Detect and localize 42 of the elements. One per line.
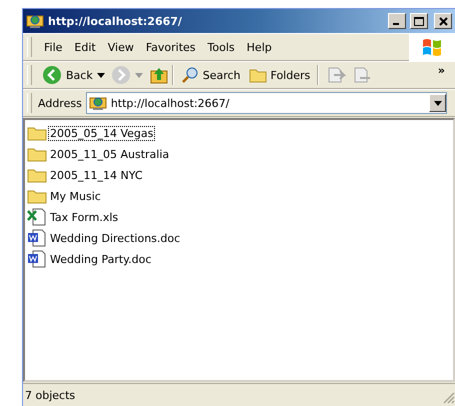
menu-item[interactable]: File [38, 38, 68, 56]
web-folder-icon [88, 95, 107, 111]
address-field[interactable]: http://localhost:2667/ [86, 92, 447, 114]
close-button[interactable] [434, 13, 452, 29]
folders-button[interactable]: Folders [244, 65, 314, 85]
web-folder-icon [26, 13, 44, 29]
resize-grip-icon[interactable] [443, 392, 455, 404]
more-button[interactable]: » [434, 62, 449, 79]
maximize-icon [414, 16, 424, 26]
entry-name[interactable]: 2005_05_14 Vegas [49, 126, 154, 140]
folder-icon [27, 125, 47, 141]
search-button[interactable]: Search [176, 64, 245, 86]
dropdown-button[interactable] [429, 94, 446, 112]
address-label: Address [38, 96, 82, 110]
document-icon [27, 250, 47, 268]
window-title: http://localhost:2667/ [48, 14, 183, 28]
maximize-button[interactable] [410, 13, 428, 29]
folder-icon [248, 67, 267, 83]
back-button[interactable]: Back [38, 63, 97, 87]
spreadsheet-icon [27, 208, 47, 226]
entry-name[interactable]: My Music [49, 190, 102, 202]
dropdown-icon[interactable] [96, 72, 105, 78]
folder-icon [27, 146, 47, 162]
entry-name[interactable]: Wedding Party.doc [49, 252, 152, 266]
folder-icon [27, 188, 47, 204]
status-text: 7 objects [25, 388, 76, 402]
caret-icon [434, 100, 442, 106]
menu-item[interactable]: Favorites [140, 38, 202, 56]
folder-icon [27, 167, 47, 183]
document-icon [27, 229, 47, 247]
entry-name[interactable]: Wedding Directions.doc [49, 232, 182, 244]
menu-item[interactable]: Edit [68, 38, 102, 56]
entry-name[interactable]: Tax Form.xls [49, 210, 120, 224]
minimize-button[interactable] [388, 13, 406, 29]
menu-item[interactable]: Help [240, 38, 278, 56]
entry-name[interactable]: 2005_11_05 Australia [49, 148, 170, 160]
search-icon [180, 66, 199, 84]
move-to-icon[interactable] [326, 66, 346, 84]
menu-item[interactable]: View [102, 38, 140, 56]
close-icon [438, 16, 448, 26]
entry-name[interactable]: 2005_11_14 NYC [49, 168, 144, 182]
menu-item[interactable]: Tools [202, 38, 241, 56]
